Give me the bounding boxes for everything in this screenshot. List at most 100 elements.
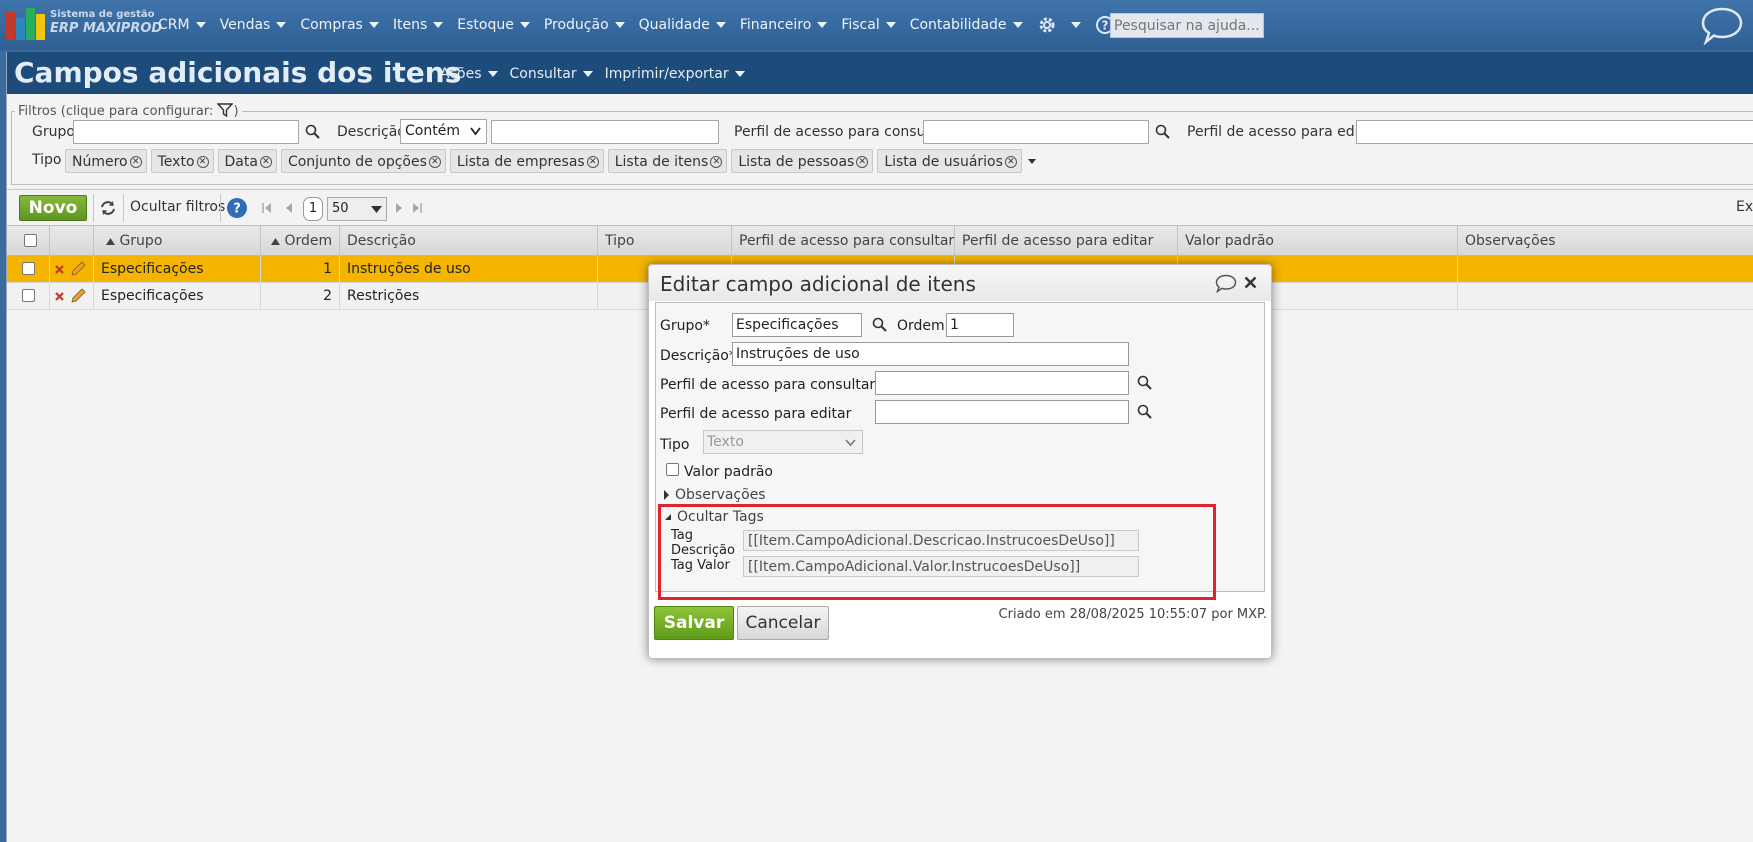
tipo-value: Texto	[707, 434, 744, 450]
export-button[interactable]: Ex	[1736, 199, 1753, 215]
select-all-checkbox[interactable]	[24, 234, 37, 247]
filter-descricao-mode-select[interactable]: Contém	[400, 119, 487, 144]
menu-compras[interactable]: Compras	[300, 17, 379, 33]
filter-perfil-editar-input[interactable]	[1356, 120, 1753, 144]
chat-button[interactable]	[1700, 6, 1744, 50]
menu-qualidade[interactable]: Qualidade	[639, 17, 726, 33]
valor-padrao-checkbox[interactable]	[666, 463, 679, 476]
svg-text:?: ?	[1101, 19, 1108, 33]
observacoes-toggle[interactable]: Observações	[664, 487, 766, 503]
actions-column-header	[50, 226, 94, 256]
created-info-text: Criado em 28/08/2025 10:55:07 por MXP.	[998, 607, 1267, 622]
search-icon[interactable]	[1155, 124, 1171, 140]
tipo-chip-texto: Texto ✕	[150, 149, 214, 173]
first-page-icon[interactable]	[261, 202, 273, 214]
descricao-label: Descrição*	[660, 348, 736, 364]
column-header-descricao[interactable]: Descrição	[340, 226, 598, 256]
remove-chip-icon[interactable]: ✕	[1004, 156, 1017, 168]
chevron-down-icon	[1070, 22, 1081, 28]
column-header-ordem[interactable]: Ordem	[261, 226, 340, 256]
edit-pencil-icon[interactable]	[70, 288, 86, 304]
svg-text:?: ?	[233, 202, 241, 217]
search-icon[interactable]	[1137, 375, 1153, 391]
novo-button[interactable]: Novo	[19, 195, 87, 221]
tipo-dropdown-icon[interactable]	[1026, 149, 1038, 173]
chip-label: Número	[72, 154, 128, 170]
remove-chip-icon[interactable]: ✕	[710, 156, 723, 168]
perfil-consultar-input[interactable]	[875, 371, 1129, 395]
help-search-input[interactable]	[1110, 13, 1264, 38]
perfil-editar-input[interactable]	[875, 400, 1129, 424]
close-icon[interactable]	[1244, 276, 1257, 289]
previous-page-icon[interactable]	[283, 202, 295, 214]
column-header-tipo[interactable]: Tipo	[598, 226, 732, 256]
menu-crm[interactable]: CRM	[158, 17, 206, 33]
row-checkbox[interactable]	[22, 262, 35, 275]
page-actions-menu: Ações Consultar Imprimir/exportar	[440, 66, 757, 82]
remove-chip-icon[interactable]: ✕	[129, 156, 142, 168]
filter-descricao-input[interactable]	[491, 120, 719, 144]
remove-chip-icon[interactable]: ✕	[196, 156, 209, 168]
column-header-observacoes[interactable]: Observações	[1458, 226, 1753, 256]
consultar-menu[interactable]: Consultar	[510, 66, 593, 82]
menu-estoque-label: Estoque	[457, 17, 514, 33]
menu-financeiro[interactable]: Financeiro	[740, 17, 828, 33]
menu-itens[interactable]: Itens	[393, 17, 444, 33]
filter-grupo-input[interactable]	[73, 120, 299, 144]
grupo-input[interactable]: Especificações	[732, 313, 862, 337]
menu-estoque[interactable]: Estoque	[457, 17, 530, 33]
column-header-grupo[interactable]: Grupo	[94, 226, 261, 256]
cancelar-button[interactable]: Cancelar	[737, 606, 829, 640]
filters-legend[interactable]: Filtros (clique para configurar: )	[15, 103, 242, 119]
row-grupo-cell: Especificações	[94, 283, 261, 310]
chip-label: Texto	[157, 154, 195, 170]
menu-fiscal[interactable]: Fiscal	[841, 17, 896, 33]
next-page-icon[interactable]	[393, 202, 405, 214]
delete-icon[interactable]	[55, 292, 64, 301]
maxiprod-logo[interactable]: Sistema de gestão ERP MAXIPROD	[6, 8, 162, 42]
search-icon[interactable]	[1137, 404, 1153, 420]
menu-vendas[interactable]: Vendas	[220, 17, 287, 33]
column-header-observacoes-label: Observações	[1465, 233, 1556, 249]
remove-chip-icon[interactable]: ✕	[428, 156, 441, 168]
settings-menu[interactable]	[1037, 15, 1081, 35]
remove-chip-icon[interactable]: ✕	[586, 156, 599, 168]
chat-bubble-icon[interactable]	[1215, 274, 1237, 293]
edit-pencil-icon[interactable]	[70, 261, 86, 277]
remove-chip-icon[interactable]: ✕	[856, 156, 869, 168]
ordem-input[interactable]: 1	[946, 313, 1014, 337]
column-header-perfil-consultar[interactable]: Perfil de acesso para consultar	[732, 226, 955, 256]
chevron-down-icon	[433, 22, 444, 28]
remove-chip-icon[interactable]: ✕	[259, 156, 272, 168]
chevron-down-icon	[276, 22, 287, 28]
delete-icon[interactable]	[55, 265, 64, 274]
hide-filters-button[interactable]: Ocultar filtros	[130, 199, 225, 215]
page-size-select[interactable]: 50	[327, 197, 387, 221]
filter-perfil-consultar-input[interactable]	[923, 120, 1149, 144]
observacoes-label: Observações	[675, 487, 766, 503]
current-page-indicator[interactable]: 1	[303, 197, 323, 221]
refresh-icon[interactable]	[99, 200, 117, 216]
expand-triangle-icon	[664, 490, 669, 500]
menu-producao[interactable]: Produção	[544, 17, 625, 33]
row-observacoes-cell	[1458, 283, 1753, 310]
chip-label: Lista de itens	[614, 154, 709, 170]
filter-descricao-label: Descrição	[337, 124, 406, 140]
column-header-valor-padrao[interactable]: Valor padrão	[1178, 226, 1458, 256]
imprimir-exportar-menu[interactable]: Imprimir/exportar	[605, 66, 745, 82]
help-icon[interactable]: ?	[226, 197, 248, 219]
search-icon[interactable]	[872, 317, 888, 333]
salvar-button[interactable]: Salvar	[654, 606, 734, 640]
tipo-chip-conjunto-opcoes: Conjunto de opções ✕	[280, 149, 446, 173]
sort-ascending-icon	[106, 238, 115, 245]
search-icon[interactable]	[305, 124, 321, 140]
row-checkbox[interactable]	[22, 289, 35, 302]
last-page-icon[interactable]	[411, 202, 423, 214]
descricao-input[interactable]: Instruções de uso	[732, 342, 1129, 366]
menu-contabilidade[interactable]: Contabilidade	[910, 17, 1023, 33]
row-ordem-cell: 1	[261, 256, 340, 283]
row-ordem-cell: 2	[261, 283, 340, 310]
acoes-menu[interactable]: Ações	[440, 66, 498, 82]
column-header-perfil-editar[interactable]: Perfil de acesso para editar	[955, 226, 1178, 256]
filter-funnel-icon[interactable]	[216, 103, 235, 118]
